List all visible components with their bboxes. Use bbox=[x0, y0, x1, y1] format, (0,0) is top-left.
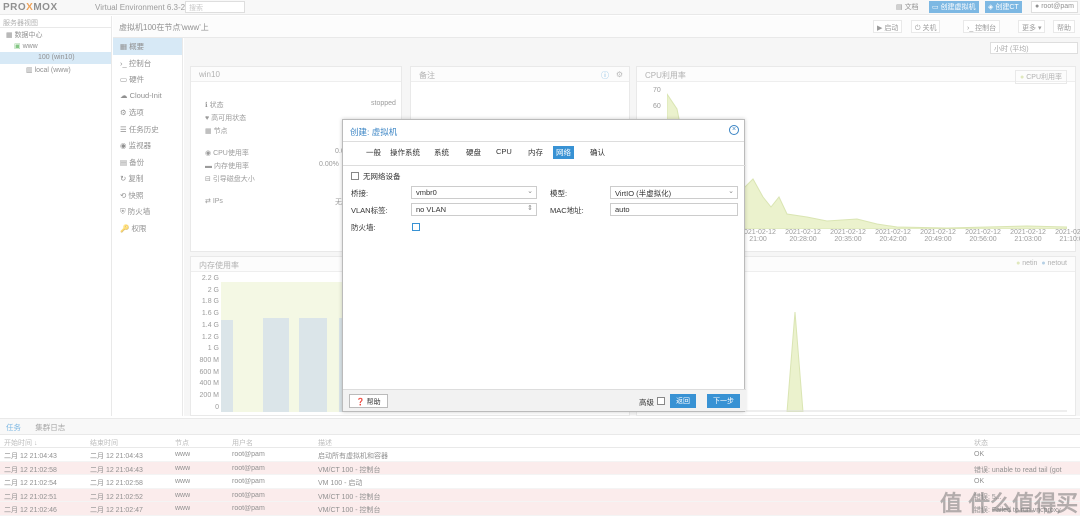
mac-input[interactable]: auto bbox=[610, 203, 738, 216]
dialog-tab[interactable]: 操作系统 bbox=[387, 146, 423, 159]
chevron-down-icon: ⌄ bbox=[527, 188, 533, 195]
dialog-tab[interactable]: 确认 bbox=[587, 146, 608, 159]
dialog-tab[interactable]: 系统 bbox=[431, 146, 452, 159]
model-select[interactable]: VirtIO (半虚拟化) ⌄ bbox=[610, 186, 738, 199]
dialog-help-button[interactable]: ❓ 帮助 bbox=[349, 394, 388, 408]
dialog-title: 创建: 虚拟机 bbox=[350, 127, 398, 137]
next-button[interactable]: 下一步 bbox=[707, 394, 740, 408]
create-vm-dialog: 创建: 虚拟机 × 一般 操作系统 系统 硬盘 CPU 内存 网络 确认 无网络设备 桥接: … bbox=[342, 119, 746, 412]
vlan-input[interactable]: no VLAN ⇕ bbox=[411, 203, 537, 216]
bridge-label: 桥接: bbox=[351, 189, 369, 198]
spinner-icon[interactable]: ⇕ bbox=[527, 204, 533, 212]
bridge-select[interactable]: vmbr0 ⌄ bbox=[411, 186, 537, 199]
dialog-tab[interactable]: 一般 bbox=[363, 146, 384, 159]
model-label: 模型: bbox=[550, 189, 568, 198]
question-icon: ❓ bbox=[356, 399, 367, 406]
dialog-header: 创建: 虚拟机 × bbox=[343, 120, 744, 142]
firewall-checkbox[interactable] bbox=[412, 223, 420, 231]
dialog-tab[interactable]: 内存 bbox=[525, 146, 546, 159]
dialog-footer: ❓ 帮助 高级 返回 下一步 bbox=[343, 389, 746, 411]
dialog-tab[interactable]: CPU bbox=[493, 146, 515, 157]
close-icon[interactable]: × bbox=[729, 125, 739, 135]
chevron-down-icon: ⌄ bbox=[728, 188, 734, 195]
advanced-checkbox[interactable] bbox=[657, 397, 665, 405]
dialog-tab[interactable]: 网络 bbox=[553, 146, 574, 159]
network-form: 无网络设备 桥接: vmbr0 ⌄ VLAN标签: no VLAN ⇕ 防火墙: 模… bbox=[343, 165, 746, 391]
no-net-label: 无网络设备 bbox=[363, 172, 401, 181]
no-net-checkbox[interactable] bbox=[351, 172, 359, 180]
vlan-label: VLAN标签: bbox=[351, 206, 388, 215]
watermark: 值 什么值得买 bbox=[940, 491, 1079, 516]
firewall-label: 防火墙: bbox=[351, 223, 376, 232]
mac-label: MAC地址: bbox=[550, 206, 584, 215]
back-button[interactable]: 返回 bbox=[670, 394, 696, 408]
dialog-tabs: 一般 操作系统 系统 硬盘 CPU 内存 网络 确认 bbox=[343, 144, 744, 162]
dialog-tab[interactable]: 硬盘 bbox=[463, 146, 484, 159]
advanced-label: 高级 bbox=[639, 398, 654, 407]
